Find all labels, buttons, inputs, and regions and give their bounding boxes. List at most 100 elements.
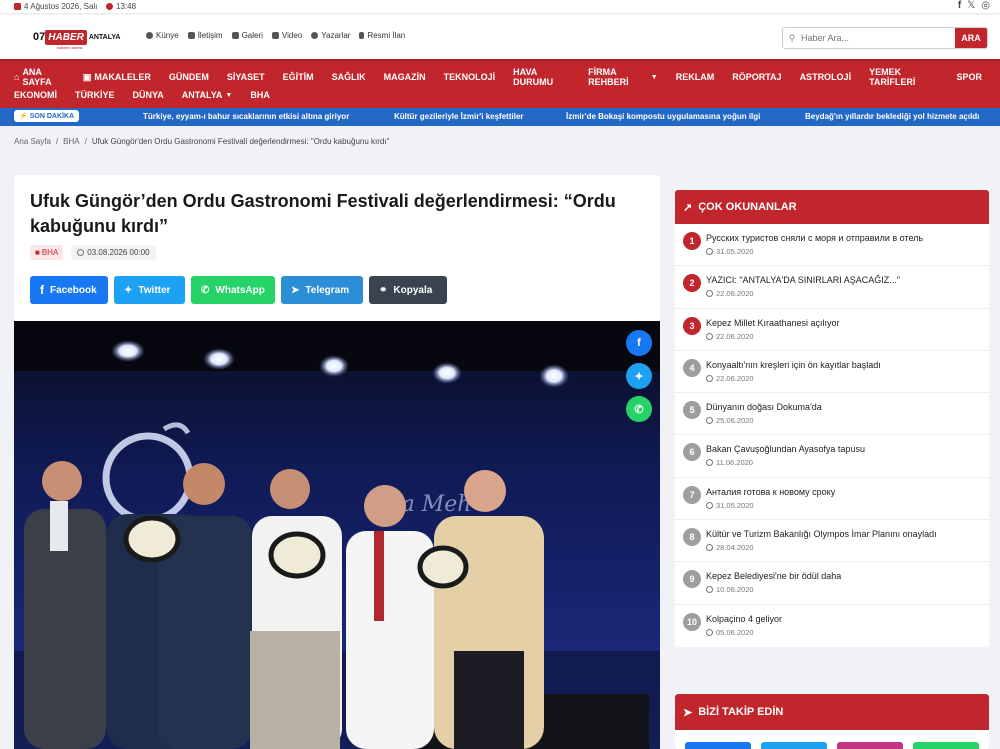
current-date: 4 Ağustos 2026, Salı [24,2,98,11]
folder-icon: ■ [35,248,40,257]
follow-whatsapp-button[interactable] [913,742,979,749]
home-icon: ⌂ [14,72,20,82]
header-link-galeri[interactable]: Galeri [231,31,263,40]
nav-gundem[interactable]: GÜNDEM [169,67,218,87]
nav-dunya[interactable]: DÜNYA [133,90,173,100]
nav-ana-sayfa[interactable]: ⌂ ANA SAYFA [14,67,74,87]
share-twitter-button[interactable]: ✦ Twitter [114,276,185,304]
search-button[interactable]: ARA [955,28,987,48]
breadcrumb-home[interactable]: Ana Sayfa [14,137,51,146]
header-link-resmi-ilan[interactable]: Resmi İlan [359,31,405,40]
ticker-item[interactable]: Türkiye, eyyam-ı bahur sıcaklarının etki… [143,112,349,121]
twitter-icon[interactable]: 𝕏 [967,0,975,11]
breadcrumb-category[interactable]: BHA [63,137,79,146]
header-links: Künye İletişim Galeri Video Yazarlar Res… [146,31,405,40]
list-item-date: 11.06.2020 [706,458,989,467]
nav-roportaj[interactable]: RÖPORTAJ [732,67,790,87]
list-item-date: 10.06.2020 [706,585,989,594]
breadcrumb: Ana Sayfa / BHA / Ufuk Güngör'den Ordu G… [14,137,389,146]
list-item[interactable]: 6 Bakan Çavuşoğlundan Ayasofya tapusu 11.0… [675,435,989,478]
book-icon: ▣ [82,71,92,82]
follow-instagram-button[interactable] [837,742,903,749]
instagram-icon[interactable]: ◎ [981,0,990,11]
list-item[interactable]: 7 Анталия готова к новому сроку 31.05.2020 [675,478,989,521]
header-link-label: Künye [156,31,179,40]
follow-buttons [685,742,979,749]
nav-yemek-tarifleri[interactable]: YEMEK TARİFLERİ [869,67,947,87]
list-item[interactable]: 3 Kepez Millet Kıraathanesi açılıyor 22.06… [675,309,989,351]
nav-hava-durumu[interactable]: HAVA DURUMU [513,67,579,87]
nav-teknoloji[interactable]: TEKNOLOJİ [444,67,505,87]
breaking-news-ticker: ⚡ SON DAKİKA Türkiye, eyyam-ı bahur sıcak… [0,108,1000,126]
share-icon: ➤ [683,706,693,719]
facebook-icon[interactable]: f [958,0,961,11]
nav-egitim[interactable]: EĞİTİM [283,67,323,87]
share-telegram-button[interactable]: ➤ Telegram [281,276,363,304]
list-item-date: 22.06.2020 [706,332,989,341]
share-label: WhatsApp [215,284,265,296]
category-badge[interactable]: ■ BHA [30,245,64,260]
breadcrumb-separator: / [84,137,87,146]
ticker-item[interactable]: Kültür gezileriyle İzmir'i keşfettiler [394,112,524,121]
nav-antalya[interactable]: ANTALYA ▼ [182,90,242,100]
list-item-title: Kepez Millet Kıraathanesi açılıyor [706,317,840,328]
list-item[interactable]: 9 Kepez Belediyesi'ne bir ödül daha 10.06.… [675,562,989,605]
nav-firma-rehberi[interactable]: FİRMA REHBERİ ▼ [588,67,667,87]
nav-siyaset[interactable]: SİYASET [227,67,274,87]
share-facebook-button[interactable]: f Facebook [30,276,108,304]
list-item-title: Kolpaçino 4 geliyor [706,613,783,624]
list-item[interactable]: 4 Konyaaltı'nın kreşleri için ön kayıtlar… [675,351,989,394]
nav-turkiye[interactable]: TÜRKİYE [75,90,124,100]
telegram-icon: ➤ [291,284,300,296]
twitter-icon: ✦ [124,284,133,296]
ticker-item[interactable]: Beydağ'ın yıllardır beklediği yol hizmet… [805,112,979,121]
nav-saglik[interactable]: SAĞLIK [332,67,375,87]
logo-suffix: ANTALYA [88,33,121,41]
list-item[interactable]: 1 Русских туристов сняли с моря и отправи… [675,224,989,267]
copy-link-button[interactable]: ⚭ Kopyala [369,276,447,304]
share-whatsapp-button[interactable]: ✆ WhatsApp [191,276,275,304]
list-item-date-text: 31.05.2020 [716,500,754,510]
nav-magazin[interactable]: MAGAZİN [384,67,435,87]
list-item-date-text: 28.04.2020 [716,543,754,553]
image-icon [231,32,239,39]
popular-list: 1 Русских туристов сняли с моря и отправи… [675,224,989,647]
clock-icon [706,417,713,425]
list-item-date: 31.05.2020 [706,501,989,510]
search-icon: ⚲ [788,32,796,43]
follow-facebook-button[interactable] [685,742,751,749]
header-link-iletisim[interactable]: İletişim [187,31,223,40]
list-item-title: Kültür ve Turizm Bakanlığı Olympos İmar … [706,529,937,540]
float-twitter-icon[interactable]: ✦ [626,363,652,389]
follow-us-panel: ➤ BİZİ TAKİP EDİN [675,694,989,749]
list-item[interactable]: 2 YAZICI: "ANTALYA'DA SINIRLARI AŞACAĞIZ.… [675,266,989,309]
top-social-links: f 𝕏 ◎ [958,0,990,11]
nav-reklam[interactable]: REKLAM [676,67,724,87]
list-item[interactable]: 10 Kolpaçino 4 geliyor 05.06.2020 [675,605,989,647]
list-item-date-text: 25.06.2020 [716,416,754,426]
float-whatsapp-icon[interactable]: ✆ [626,396,652,422]
header-link-video[interactable]: Video [271,31,303,40]
ticker-item[interactable]: İzmir'de Bokaşi kompostu uygulamasına yo… [566,112,760,121]
search-input[interactable] [801,28,955,48]
nav-astroloji[interactable]: ASTROLOJİ [800,67,861,87]
nav-ekonomi[interactable]: EKONOMİ [14,90,66,100]
nav-makaleler[interactable]: ▣ MAKALELER [83,67,160,87]
list-item[interactable]: 5 Dünyanın doğası Dokuma'da 25.06.2020 [675,393,989,436]
nav-label: ANTALYA [181,90,223,100]
float-facebook-icon[interactable]: f [626,330,652,356]
header-link-label: Video [281,31,303,40]
nav-bha[interactable]: BHA [250,90,279,100]
header-link-kunye[interactable]: Künye [146,31,179,40]
site-logo[interactable]: 07 HABER ANTALYA haberin adresi [33,27,121,50]
list-item-date: 28.04.2020 [706,543,989,552]
nav-spor[interactable]: SPOR [956,67,991,87]
list-item[interactable]: 8 Kültür ve Turizm Bakanlığı Olympos İmar… [675,520,989,563]
header-link-yazarlar[interactable]: Yazarlar [311,31,350,40]
document-icon [359,32,365,39]
list-item-date-text: 05.06.2020 [716,627,754,637]
header-link-label: Resmi İlan [367,31,406,40]
follow-twitter-button[interactable] [761,742,827,749]
list-item-date-text: 10.06.2020 [716,585,754,595]
floating-share: f ✦ ✆ [626,330,652,422]
